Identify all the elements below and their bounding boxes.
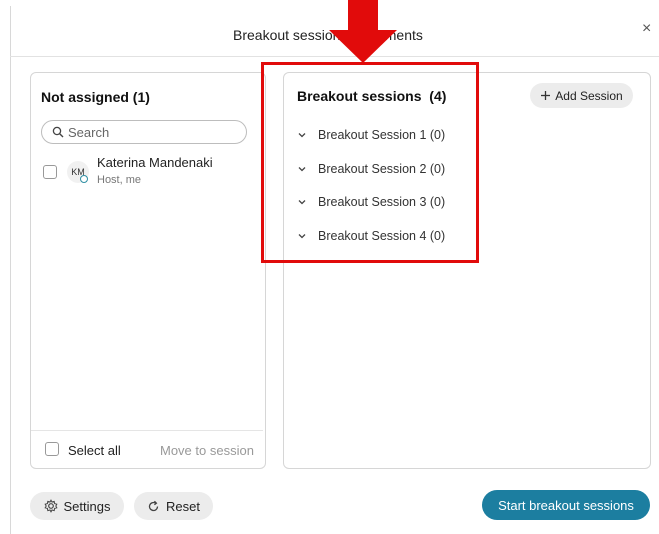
add-session-label: Add Session [555, 88, 623, 103]
reset-label: Reset [166, 498, 200, 514]
left-footer-divider [31, 430, 263, 431]
highlight-box [261, 62, 479, 263]
select-all-label: Select all [68, 443, 121, 458]
reset-button[interactable]: Reset [134, 492, 213, 520]
member-checkbox[interactable] [43, 165, 57, 179]
member-role: Host, me [97, 174, 142, 186]
arrow-down-icon [329, 0, 397, 63]
gear-icon [43, 499, 58, 513]
presence-icon [80, 175, 88, 183]
search-input[interactable] [64, 124, 238, 140]
member-name: Katerina Mandenaki [97, 155, 213, 170]
settings-button[interactable]: Settings [30, 492, 124, 520]
search-icon [52, 126, 64, 138]
start-breakout-sessions-button[interactable]: Start breakout sessions [482, 490, 650, 520]
not-assigned-title: Not assigned (1) [41, 89, 150, 105]
search-box[interactable] [41, 120, 247, 144]
move-to-session-button[interactable]: Move to session [160, 443, 254, 458]
refresh-icon [148, 500, 159, 511]
settings-label: Settings [63, 498, 111, 514]
plus-icon [541, 91, 551, 100]
select-all-checkbox[interactable] [45, 442, 59, 456]
